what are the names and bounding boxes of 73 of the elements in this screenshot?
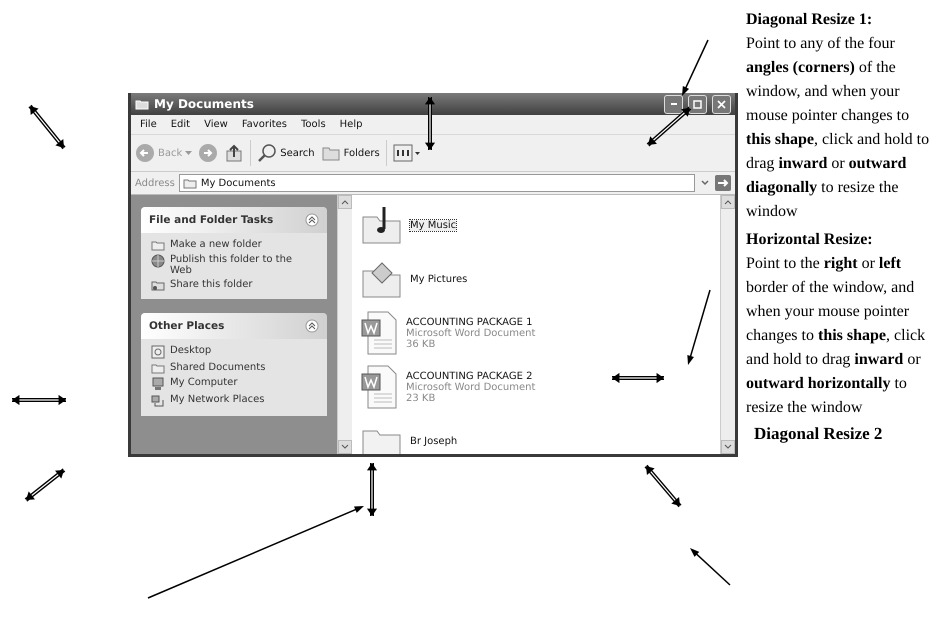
scroll-up-icon <box>724 199 732 205</box>
scroll-up-icon <box>341 199 349 205</box>
task-link[interactable]: My Network Places <box>151 394 317 408</box>
task-link[interactable]: Make a new folder <box>151 239 317 251</box>
maximize-button[interactable] <box>688 94 707 114</box>
task-link[interactable]: Publish this folder to the Web <box>151 254 317 276</box>
leader-line <box>682 40 709 96</box>
leader-line <box>690 548 730 586</box>
note-heading: Diagonal Resize 2 <box>753 423 884 445</box>
note-text: Point to the right or left border of the window, and when your mouse pointer changes to this shape, click and hold to drag inward or outward horizontally to resize the window <box>746 254 926 418</box>
file-size: 23 KB <box>406 392 436 404</box>
collapse-icon <box>305 319 319 333</box>
network-icon <box>151 394 165 408</box>
folder-icon <box>151 239 165 251</box>
search-button[interactable]: Search <box>257 143 315 163</box>
desktop-icon <box>151 345 165 359</box>
folder-icon <box>182 177 197 189</box>
caret-icon <box>185 151 192 155</box>
folder-icon <box>151 362 165 374</box>
folder-icon <box>135 98 149 110</box>
address-label: Address <box>135 178 175 188</box>
note-heading: Diagonal Resize 1: <box>746 10 874 30</box>
note-heading: Horizontal Resize: <box>746 230 874 250</box>
menu-item[interactable]: Help <box>334 118 368 131</box>
computer-icon <box>151 377 165 391</box>
minimize-button[interactable] <box>664 94 683 114</box>
file-name[interactable]: ACCOUNTING PACKAGE 2 <box>406 370 536 382</box>
file-size: 36 KB <box>406 338 436 350</box>
file-type: Microsoft Word Document <box>406 328 536 338</box>
globe-icon <box>151 254 165 268</box>
maximize-icon <box>693 100 702 108</box>
vertical-double-arrow-icon <box>424 97 436 150</box>
task-link[interactable]: My Computer <box>151 377 317 391</box>
close-icon <box>717 100 726 108</box>
window-title: My Documents <box>154 97 255 111</box>
menu-item[interactable]: File <box>135 118 162 131</box>
horizontal-double-arrow-icon <box>612 372 664 384</box>
up-folder-icon <box>224 143 244 163</box>
panel-title: Other Places <box>149 320 224 332</box>
folders-button[interactable]: Folders <box>320 143 380 163</box>
file-name[interactable]: My Pictures <box>410 274 468 284</box>
file-name[interactable]: ACCOUNTING PACKAGE 1 <box>406 316 536 328</box>
diagonal-double-arrow-icon <box>28 104 66 150</box>
menu-item[interactable]: Tools <box>296 118 331 131</box>
up-folder-button[interactable] <box>224 143 244 163</box>
menu-item[interactable]: Edit <box>166 118 196 131</box>
task-link[interactable]: Shared Documents <box>151 362 317 374</box>
scrollbar[interactable] <box>720 195 735 454</box>
file-name[interactable]: My Music <box>410 220 456 230</box>
diagonal-double-arrow-icon <box>24 468 66 502</box>
scroll-down-icon <box>724 444 732 450</box>
minimize-icon <box>670 103 676 105</box>
note-text: Point to any of the four angles (corners) of the window, and when your mouse pointer changes to this shape, click and hold to drag inward or outward diagonally to resize the window <box>746 34 930 222</box>
scrollbar[interactable] <box>337 195 352 454</box>
task-link[interactable]: Desktop <box>151 345 317 359</box>
panel-title: File and Folder Tasks <box>149 214 274 226</box>
vertical-double-arrow-icon <box>366 463 378 516</box>
diagonal-double-arrow-icon <box>644 464 682 508</box>
search-icon <box>257 143 278 163</box>
file-name[interactable]: Br Joseph <box>410 436 458 446</box>
diagonal-double-arrow-icon <box>646 106 692 146</box>
task-link[interactable]: Share this folder <box>151 279 317 291</box>
close-button[interactable] <box>712 94 731 114</box>
views-button[interactable] <box>392 143 421 163</box>
shared-folder-icon <box>151 279 165 291</box>
menu-item[interactable]: View <box>199 118 233 131</box>
address-field[interactable]: My Documents <box>178 174 695 192</box>
scroll-down-icon <box>341 444 349 450</box>
horizontal-double-arrow-icon <box>12 394 66 406</box>
collapse-icon <box>305 213 319 227</box>
menu-item[interactable]: Favorites <box>236 118 292 131</box>
views-icon <box>392 143 421 163</box>
file-type: Microsoft Word Document <box>406 382 536 392</box>
